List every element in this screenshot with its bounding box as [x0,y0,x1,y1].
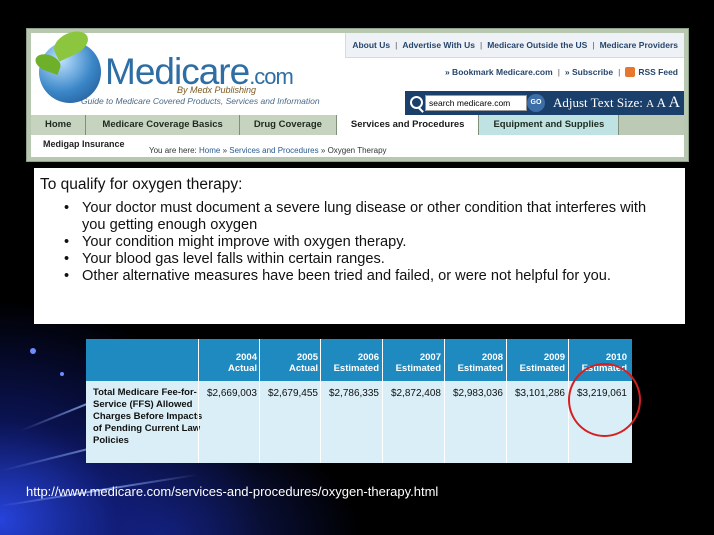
link-about-us[interactable]: About Us [352,40,390,50]
list-item: Your condition might improve with oxygen… [62,234,672,251]
adjust-text-label: Adjust Text Size: [553,95,643,110]
text-size-small[interactable]: A [646,98,654,110]
table-cell: $2,669,003 [206,388,257,399]
main-nav: Home Medicare Coverage Basics Drug Cover… [31,115,684,135]
column-header: 2009 Estimated [519,352,565,374]
rss-icon [625,67,636,77]
search-icon [410,96,423,109]
table-column: 2009 Estimated $3,101,286 [506,339,565,463]
table-column: 2008 Estimated $2,983,036 [444,339,503,463]
column-header: 2007 Estimated [395,352,441,374]
search-input[interactable] [425,95,527,111]
tab-services-procedures[interactable]: Services and Procedures [336,115,480,135]
adjust-text-size: Adjust Text Size: A A A [553,94,680,112]
search-go-button[interactable]: GO [527,94,545,112]
tab-home[interactable]: Home [31,115,87,135]
link-rss[interactable]: RSS Feed [638,67,678,77]
text-size-medium[interactable]: A [657,95,666,110]
breadcrumb-services[interactable]: Services and Procedures [229,146,318,155]
site-tagline: Guide to Medicare Covered Products, Serv… [81,96,320,106]
breadcrumb: You are here: Home » Services and Proced… [149,146,387,155]
link-advertise[interactable]: Advertise With Us [402,40,475,50]
table-cell: $2,786,335 [328,388,379,399]
table-cell: $2,679,455 [267,388,318,399]
link-subscribe[interactable]: » Subscribe [565,67,613,77]
tab-coverage-basics[interactable]: Medicare Coverage Basics [86,115,240,135]
decorative-dot [60,372,64,376]
breadcrumb-current: Oxygen Therapy [327,146,387,155]
link-outside-us[interactable]: Medicare Outside the US [487,40,587,50]
charges-table: Total Medicare Fee-for-Service (FFS) All… [86,339,632,463]
table-cell: $2,983,036 [452,388,503,399]
link-bookmark[interactable]: » Bookmark Medicare.com [445,67,553,77]
table-column: 2004 Actual $2,669,003 [198,339,257,463]
column-header: 2005 Actual [288,352,318,374]
table-column: 2007 Estimated $2,872,408 [382,339,441,463]
medicare-site-header: Medicare.com By Medx Publishing Guide to… [26,26,689,162]
site-byline: By Medx Publishing [177,85,257,95]
list-item: Your doctor must document a severe lung … [62,200,672,234]
utility-links: » Bookmark Medicare.com | » Subscribe | RS… [444,67,678,77]
source-url: http://www.medicare.com/services-and-pro… [26,484,439,499]
table-column: 2006 Estimated $2,786,335 [320,339,379,463]
list-item: Your blood gas level falls within certai… [62,251,672,268]
text-size-large[interactable]: A [669,94,681,111]
list-item: Other alternative measures have been tri… [62,268,672,285]
column-header: 2006 Estimated [333,352,379,374]
link-providers[interactable]: Medicare Providers [600,40,678,50]
breadcrumb-home[interactable]: Home [199,146,220,155]
search-bar: GO Adjust Text Size: A A A [405,91,684,115]
sub-nav: Medigap Insurance You are here: Home » S… [31,135,684,157]
highlight-circle [568,363,641,437]
column-header: 2008 Estimated [457,352,503,374]
tab-equipment-supplies[interactable]: Equipment and Supplies [479,115,620,135]
decorative-dot [30,348,36,354]
table-cell: $2,872,408 [390,388,441,399]
row-label: Total Medicare Fee-for-Service (FFS) All… [93,387,203,446]
top-links: About Us | Advertise With Us | Medicare Ou… [345,33,684,58]
column-header: 2004 Actual [227,352,257,374]
table-column: 2005 Actual $2,679,455 [259,339,318,463]
subnav-medigap[interactable]: Medigap Insurance [43,139,125,149]
criteria-heading: To qualify for oxygen therapy: [40,176,243,193]
table-cell: $3,101,286 [514,388,565,399]
tab-drug-coverage[interactable]: Drug Coverage [239,115,337,135]
oxygen-criteria-panel: To qualify for oxygen therapy: Your doct… [34,168,685,324]
criteria-list: Your doctor must document a severe lung … [62,200,672,285]
